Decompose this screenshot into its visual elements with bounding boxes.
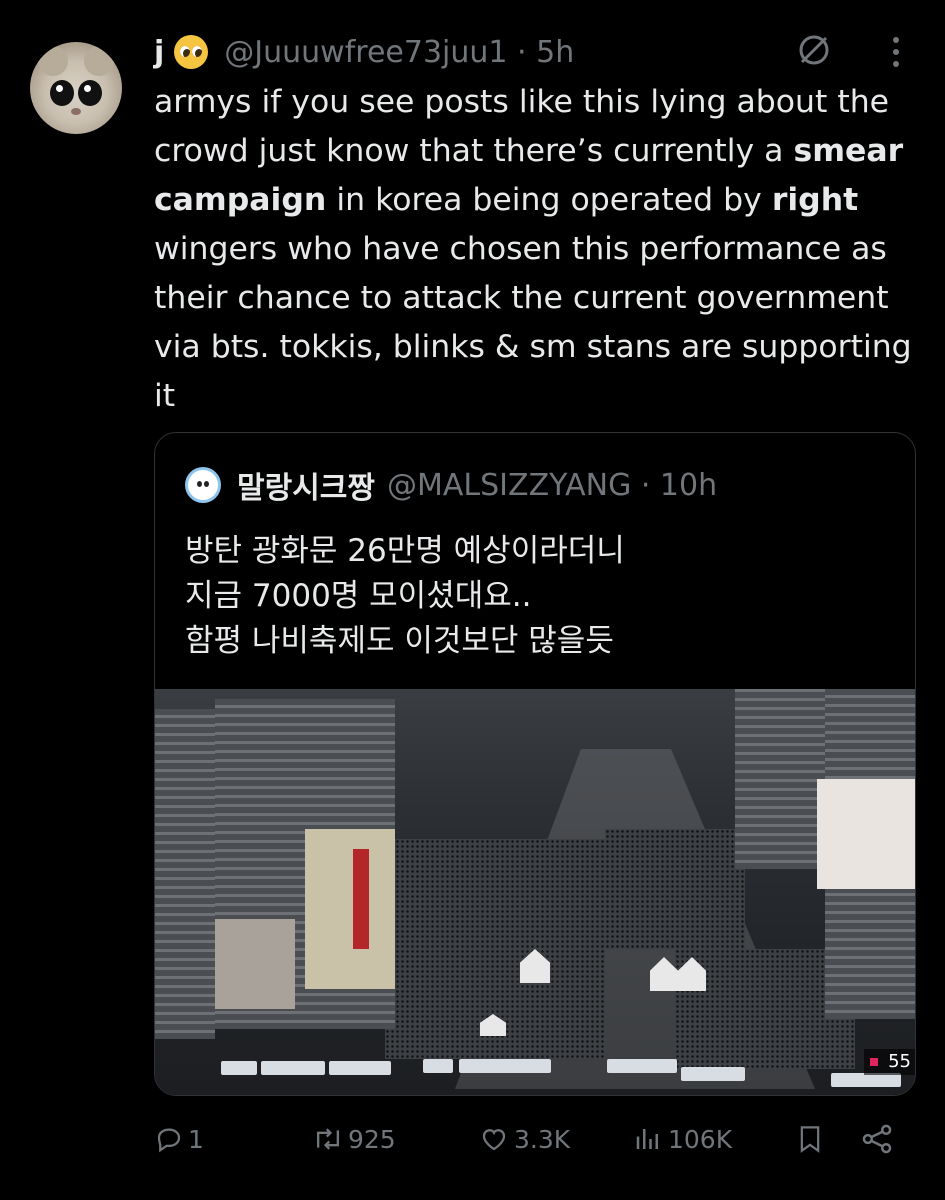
tweet-text-part: wingers who have chosen this performance… — [154, 231, 912, 414]
bookmark-button[interactable] — [796, 1112, 824, 1166]
like-button[interactable]: 3.3K — [478, 1112, 570, 1166]
quote-tweet[interactable]: 말랑시크짱 @MALSIZZYANG · 10h 방탄 광화문 26만명 예상이… — [154, 432, 916, 1096]
quote-display-name[interactable]: 말랑시크짱 — [237, 463, 375, 507]
photo-bus — [459, 1059, 551, 1073]
reply-count: 1 — [188, 1124, 204, 1154]
viewer-count: 55 — [888, 1051, 911, 1072]
grok-icon[interactable] — [796, 32, 832, 68]
photo-bus — [607, 1059, 677, 1073]
views-button[interactable]: 106K — [632, 1112, 732, 1166]
quote-text-line: 지금 7000명 모이셨대요.. — [185, 578, 532, 614]
repost-count: 925 — [348, 1124, 396, 1154]
heart-icon — [482, 1129, 506, 1151]
avatar-ear — [38, 46, 68, 76]
share-icon — [862, 1124, 892, 1154]
quote-handle-and-time[interactable]: @MALSIZZYANG · 10h — [387, 468, 717, 503]
view-count: 106K — [668, 1124, 733, 1154]
bookmark-icon — [800, 1126, 820, 1153]
quote-photo[interactable]: 55 — [155, 689, 915, 1095]
live-viewer-badge: 55 — [864, 1049, 915, 1075]
tweet-text-part: armys if you see posts like this lying a… — [154, 84, 890, 169]
avatar-eye — [50, 80, 74, 106]
photo-billboard — [353, 849, 369, 949]
action-bar: 1 925 3.3K 106K — [154, 1112, 914, 1166]
quote-text-line: 방탄 광화문 26만명 예상이라더니 — [185, 533, 625, 569]
tweet-header: j @Juuuwfree73juu1 · 5h — [154, 30, 574, 74]
tweet-text-part: in korea being operated by — [326, 182, 772, 218]
quote-avatar[interactable] — [185, 467, 221, 503]
photo-billboard — [817, 779, 915, 889]
like-count: 3.3K — [514, 1124, 571, 1154]
avatar-ear — [84, 46, 114, 76]
reply-button[interactable]: 1 — [154, 1112, 204, 1166]
photo-building — [305, 829, 395, 989]
share-button[interactable] — [860, 1112, 894, 1166]
pleading-face-emoji-icon — [174, 35, 209, 69]
more-options-icon[interactable] — [888, 34, 904, 70]
tweet-text: armys if you see posts like this lying a… — [154, 78, 934, 421]
photo-bus — [681, 1067, 745, 1081]
quote-header: 말랑시크짱 @MALSIZZYANG · 10h — [185, 463, 717, 507]
photo-bus — [221, 1061, 257, 1075]
photo-building — [735, 689, 825, 869]
views-icon — [636, 1129, 658, 1149]
photo-bus — [261, 1061, 325, 1075]
photo-bus — [423, 1059, 453, 1073]
photo-building — [215, 919, 295, 1009]
repost-icon — [316, 1128, 340, 1150]
photo-building — [155, 709, 215, 1039]
display-name[interactable]: j — [154, 35, 164, 70]
avatar-eye — [78, 80, 102, 106]
quote-text-line: 함평 나비축제도 이것보단 많을듯 — [185, 623, 614, 659]
tweet-text-bold: right — [771, 182, 859, 218]
photo-bus — [831, 1073, 901, 1087]
photo-crowd — [605, 829, 745, 949]
reply-icon — [157, 1128, 181, 1153]
repost-button[interactable]: 925 — [312, 1112, 396, 1166]
avatar[interactable] — [30, 42, 122, 134]
avatar-nose — [71, 108, 81, 115]
photo-bus — [329, 1061, 391, 1075]
handle-and-time[interactable]: @Juuuwfree73juu1 · 5h — [224, 35, 574, 70]
quote-text: 방탄 광화문 26만명 예상이라더니 지금 7000명 모이셨대요.. 함평 나… — [185, 529, 885, 664]
